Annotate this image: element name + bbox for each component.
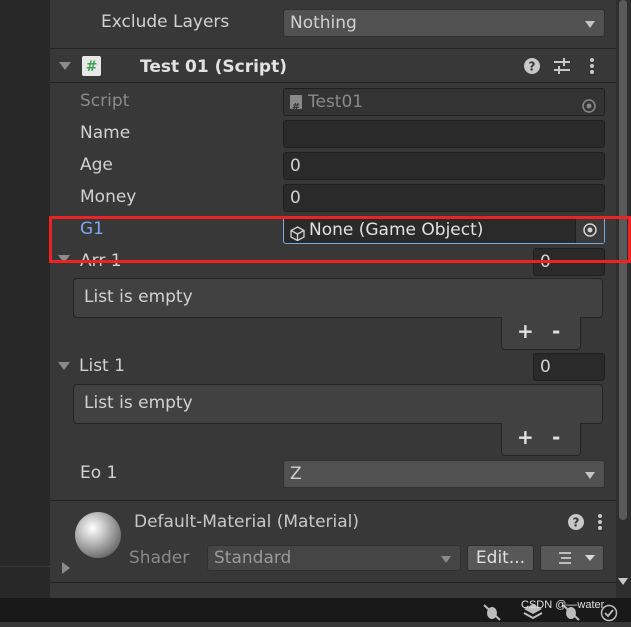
script-label: Script — [80, 91, 130, 111]
foldout-arrow-icon[interactable] — [62, 562, 70, 574]
shader-options-button[interactable] — [540, 545, 604, 571]
exclude-layers-dropdown[interactable]: Nothing — [283, 9, 605, 37]
scroll-down-icon[interactable] — [618, 578, 628, 585]
object-picker-icon — [582, 95, 596, 121]
eo1-dropdown[interactable]: Z — [283, 460, 605, 488]
chevron-down-icon — [585, 21, 595, 28]
list1-add-remove: + - — [501, 423, 581, 456]
name-input[interactable] — [283, 120, 605, 148]
inspector-scrollbar[interactable] — [616, 0, 631, 598]
g1-value: None (Game Object) — [309, 220, 484, 240]
divider — [50, 82, 616, 83]
foldout-arrow-icon[interactable] — [58, 362, 70, 370]
foldout-arrow-icon[interactable] — [58, 255, 70, 263]
material-title: Default-Material (Material) — [134, 512, 360, 532]
exclude-layers-value: Nothing — [290, 13, 357, 33]
chevron-down-icon — [585, 472, 595, 479]
scrollbar-thumb[interactable] — [619, 0, 627, 520]
help-icon[interactable]: ? — [568, 514, 584, 530]
bug-icon[interactable] — [482, 603, 502, 626]
presets-icon[interactable] — [553, 57, 571, 75]
list1-list-box: List is empty — [73, 384, 603, 424]
exclude-layers-label: Exclude Layers — [101, 12, 230, 32]
shader-dropdown[interactable]: Standard — [207, 545, 461, 571]
svg-text:?: ? — [529, 60, 536, 74]
shader-value: Standard — [214, 548, 292, 568]
edit-shader-button[interactable]: Edit... — [467, 545, 534, 571]
svg-text:#: # — [86, 59, 98, 75]
eo1-value: Z — [290, 464, 302, 484]
add-button[interactable]: + — [517, 425, 534, 449]
divider — [50, 582, 616, 583]
money-label: Money — [80, 187, 137, 207]
script-value: Test01 — [308, 92, 364, 112]
shader-label: Shader — [129, 548, 190, 568]
chevron-down-icon — [441, 556, 451, 563]
arr1-label[interactable]: Arr 1 — [80, 250, 122, 272]
arr1-list-box: List is empty — [73, 278, 603, 318]
kebab-menu-icon[interactable] — [589, 57, 595, 75]
help-icon[interactable]: ? — [524, 58, 540, 74]
add-button[interactable]: + — [517, 319, 534, 343]
script-field: # Test01 — [283, 88, 605, 116]
remove-button[interactable]: - — [552, 425, 560, 449]
age-label: Age — [80, 155, 113, 175]
eo1-label: Eo 1 — [80, 463, 118, 483]
script-hash-icon: # — [290, 95, 302, 113]
remove-button[interactable]: - — [552, 319, 560, 343]
age-input[interactable]: 0 — [283, 152, 605, 180]
divider — [50, 500, 616, 501]
watermark: CSDN @—water — [521, 599, 605, 611]
list1-label[interactable]: List 1 — [79, 355, 125, 377]
name-label: Name — [80, 123, 131, 143]
svg-text:#: # — [292, 102, 300, 113]
g1-label: G1 — [80, 219, 104, 239]
object-picker-button[interactable] — [575, 217, 604, 243]
g1-object-field[interactable]: None (Game Object) — [283, 216, 605, 244]
object-picker-icon — [583, 223, 597, 237]
list-icon — [559, 552, 595, 564]
divider — [50, 48, 616, 49]
arr1-size-input[interactable]: 0 — [533, 248, 605, 276]
component-title[interactable]: Test 01 (Script) — [140, 56, 287, 78]
kebab-menu-icon[interactable] — [597, 513, 603, 531]
material-preview-sphere — [75, 512, 121, 558]
svg-text:?: ? — [573, 516, 580, 530]
foldout-arrow-icon[interactable] — [59, 62, 71, 70]
script-hash-icon: # — [82, 56, 101, 76]
list1-size-input[interactable]: 0 — [533, 353, 605, 381]
left-panel — [0, 0, 50, 622]
money-input[interactable]: 0 — [283, 184, 605, 212]
cube-icon — [290, 223, 305, 249]
arr1-add-remove: + - — [501, 317, 581, 350]
